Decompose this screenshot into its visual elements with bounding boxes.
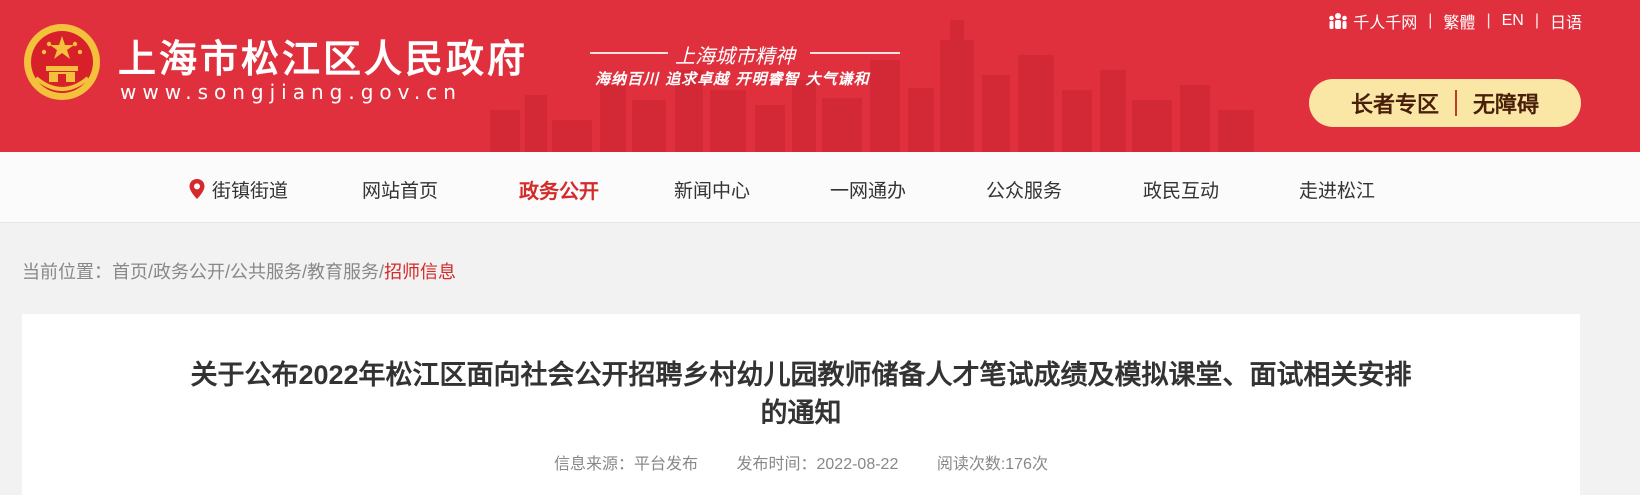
breadcrumb-item[interactable]: 政务公开 xyxy=(153,262,225,282)
nav-item-public-services[interactable]: 公众服务 xyxy=(986,176,1062,203)
people-group-icon xyxy=(1329,13,1348,29)
top-link-traditional[interactable]: 繁體 xyxy=(1443,9,1475,33)
top-link-qianren[interactable]: 千人千网 xyxy=(1328,9,1417,33)
nav-item-government-affairs[interactable]: 政务公开 xyxy=(519,175,599,204)
elder-accessibility-pill: 长者专区 无障碍 xyxy=(1309,79,1581,127)
breadcrumb-item[interactable]: 教育服务 xyxy=(307,262,379,282)
divider-line xyxy=(590,52,668,54)
city-skyline-decoration xyxy=(490,20,1254,152)
article-card: 关于公布2022年松江区面向社会公开招聘乡村幼儿园教师储备人才笔试成绩及模拟课堂… xyxy=(22,314,1580,495)
breadcrumb-item[interactable]: 公共服务 xyxy=(230,262,302,282)
accessibility-button[interactable]: 无障碍 xyxy=(1473,87,1539,119)
breadcrumb-prefix: 当前位置： xyxy=(22,262,112,282)
nav-item-about-songjiang[interactable]: 走进松江 xyxy=(1299,176,1375,203)
nav-item-home[interactable]: 网站首页 xyxy=(362,176,438,203)
main-nav: 街镇街道 网站首页 政务公开 新闻中心 一网通办 公众服务 政民互动 走进松江 xyxy=(0,152,1640,223)
breadcrumb: 当前位置：首页/政务公开/公共服务/教育服务/招师信息 xyxy=(22,258,456,284)
article-source: 信息来源：平台发布 xyxy=(554,456,699,473)
nav-item-interaction[interactable]: 政民互动 xyxy=(1143,176,1219,203)
article-title-line: 的通知 xyxy=(760,398,842,428)
nav-item-towns[interactable]: 街镇街道 xyxy=(188,176,288,203)
location-pin-icon xyxy=(189,179,205,199)
article-title-line: 关于公布2022年松江区面向社会公开招聘乡村幼儿园教师储备人才笔试成绩及模拟课堂… xyxy=(190,360,1412,390)
divider xyxy=(1455,90,1457,116)
site-header: 上海市松江区人民政府 www.songjiang.gov.cn 上海城市精神 海… xyxy=(0,0,1640,152)
nav-item-online-services[interactable]: 一网通办 xyxy=(830,176,906,203)
breadcrumb-current[interactable]: 招师信息 xyxy=(384,262,456,282)
top-link-japanese[interactable]: 日语 xyxy=(1550,9,1582,33)
nav-item-label: 街镇街道 xyxy=(212,181,289,202)
breadcrumb-item[interactable]: 首页 xyxy=(112,262,148,282)
elder-zone-button[interactable]: 长者专区 xyxy=(1351,87,1439,119)
nav-item-news[interactable]: 新闻中心 xyxy=(674,176,750,203)
separator: | xyxy=(1428,12,1433,29)
site-url[interactable]: www.songjiang.gov.cn xyxy=(120,80,462,104)
top-link-label: 千人千网 xyxy=(1353,15,1418,32)
city-spirit-title: 上海城市精神 xyxy=(675,44,795,68)
separator: | xyxy=(1486,12,1491,29)
divider-line xyxy=(810,52,900,54)
article-meta: 信息来源：平台发布 发布时间：2022-08-22 阅读次数:176次 xyxy=(22,450,1580,474)
top-links: 千人千网 | 繁體 | EN | 日语 xyxy=(1328,9,1582,33)
article-title: 关于公布2022年松江区面向社会公开招聘乡村幼儿园教师储备人才笔试成绩及模拟课堂… xyxy=(142,356,1460,432)
top-link-english[interactable]: EN xyxy=(1502,12,1524,30)
article-publish-date: 发布时间：2022-08-22 xyxy=(736,456,899,473)
site-title[interactable]: 上海市松江区人民政府 xyxy=(118,28,528,83)
city-spirit-subtitle: 海纳百川 追求卓越 开明睿智 大气谦和 xyxy=(595,70,870,88)
article-view-count: 阅读次数:176次 xyxy=(936,456,1048,473)
national-emblem-icon xyxy=(24,24,100,100)
separator: | xyxy=(1534,12,1539,29)
